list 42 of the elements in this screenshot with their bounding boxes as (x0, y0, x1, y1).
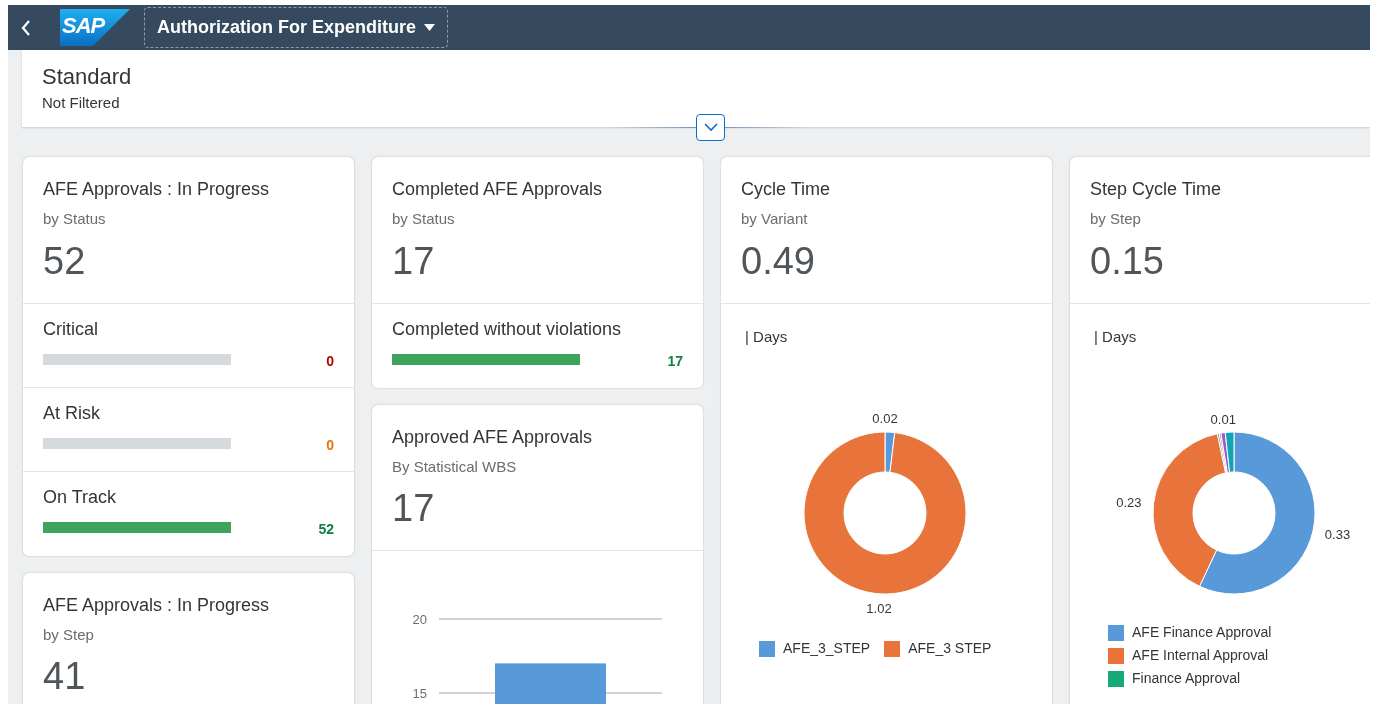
status-label: At Risk (43, 401, 101, 425)
status-label: On Track (43, 485, 118, 509)
status-count: 0 (326, 437, 334, 452)
axis-tick-label: 15 (412, 686, 427, 701)
data-label: 0.02 (872, 411, 898, 426)
data-label: 1.02 (866, 600, 892, 616)
card-subtitle: By Statistical WBS (392, 456, 518, 477)
unit-label: | Days (744, 326, 789, 347)
card-title: Cycle Time (741, 178, 831, 201)
status-count: 0 (326, 353, 334, 368)
legend-label: AFE Internal Approval (1132, 646, 1269, 665)
legend-label: AFE_3 STEP (908, 639, 992, 658)
kpi-value: 0.49 (741, 238, 816, 283)
card-title: AFE Approvals : In Progress (43, 593, 271, 617)
card-subtitle: by Variant (741, 209, 809, 229)
card-title: Approved AFE Approvals (392, 425, 594, 449)
legend-label: AFE Finance Approval (1132, 623, 1272, 642)
status-count: 52 (318, 521, 334, 536)
card-title: Step Cycle Time (1090, 178, 1223, 201)
card-subtitle: by Step (1090, 209, 1142, 229)
data-label: 0.23 (1116, 494, 1142, 510)
card-title: AFE Approvals : In Progress (43, 178, 271, 201)
card-subtitle: by Status (392, 209, 456, 229)
filter-status: Not Filtered (42, 93, 121, 113)
axis-tick-label: 20 (412, 612, 427, 627)
status-label: Completed without violations (392, 317, 623, 341)
card-subtitle: by Status (43, 209, 107, 229)
data-label: 0.01 (1210, 411, 1236, 427)
status-label: Critical (43, 317, 99, 341)
kpi-value: 17 (392, 486, 436, 530)
logo: SAP (60, 9, 130, 46)
legend-label: AFE_3_STEP (783, 639, 871, 658)
legend-label: Finance Approval (1132, 669, 1241, 688)
kpi-value: 17 (392, 238, 436, 283)
unit-label: | Days (1093, 326, 1138, 347)
kpi-value: 0.15 (1090, 238, 1165, 283)
data-label: 0.33 (1324, 526, 1351, 542)
status-count: 17 (667, 353, 683, 368)
kpi-value: 52 (43, 238, 87, 283)
kpi-value: 41 (43, 654, 87, 698)
card-subtitle: by Step (43, 624, 95, 645)
card-title: Completed AFE Approvals (392, 178, 604, 201)
